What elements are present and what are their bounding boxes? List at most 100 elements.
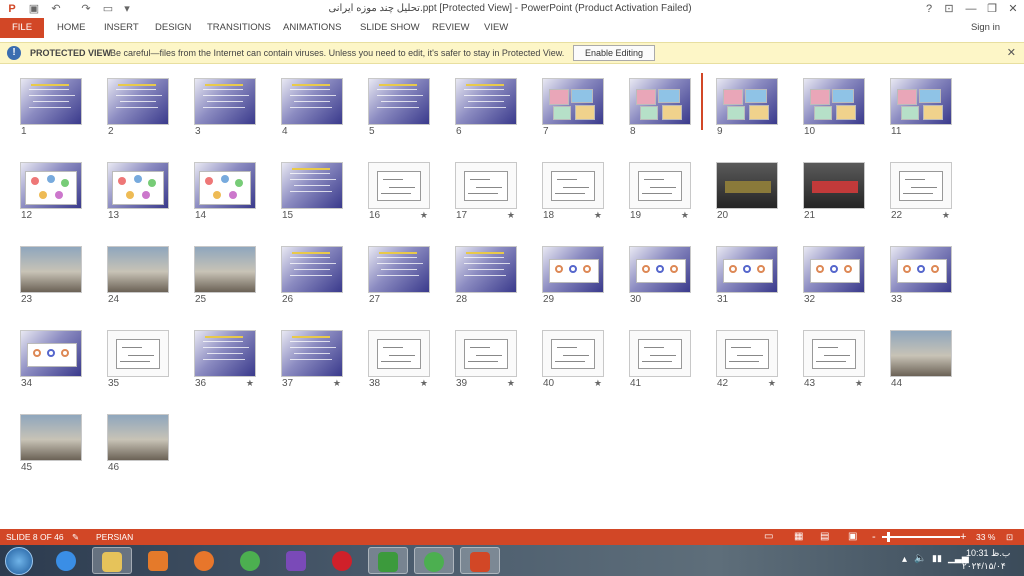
reading-view-icon[interactable]: ▤ [820,529,829,545]
slide-preview[interactable] [629,246,691,293]
normal-view-icon[interactable]: ▭ [764,529,773,545]
slide-preview[interactable] [107,162,169,209]
enable-editing-button[interactable]: Enable Editing [573,45,655,61]
ribbon-display-button[interactable]: ⊡ [938,1,960,17]
clock-date[interactable]: ۲۰۲۴/۱۵/۰۴ [962,561,1006,572]
tab-design[interactable]: DESIGN [155,18,191,38]
slide-preview[interactable] [716,162,778,209]
slide-thumbnail[interactable]: 41 [629,330,691,394]
network-icon[interactable]: ▮▮ [932,553,942,564]
slide-thumbnail[interactable]: 35 [107,330,169,394]
slide-preview[interactable] [20,330,82,377]
slide-preview[interactable] [542,78,604,125]
slide-sorter-view-icon[interactable]: ▦ [794,529,803,545]
slide-preview[interactable] [803,246,865,293]
tab-home[interactable]: HOME [57,18,86,38]
slide-thumbnail[interactable]: 31 [716,246,778,310]
slide-preview[interactable] [542,246,604,293]
zoom-level[interactable]: 33 % [976,529,995,545]
slide-thumbnail[interactable]: 39 ★ [455,330,517,394]
slide-preview[interactable] [281,246,343,293]
slide-show-view-icon[interactable]: ▣ [848,529,857,545]
slide-preview[interactable] [629,330,691,377]
slide-thumbnail[interactable]: 22 ★ [890,162,952,226]
slide-thumbnail[interactable]: 40 ★ [542,330,604,394]
slide-preview[interactable] [107,414,169,461]
powerpoint-icon[interactable]: P [4,1,20,17]
slide-preview[interactable] [107,78,169,125]
slide-thumbnail[interactable]: 44 [890,330,952,394]
slide-thumbnail[interactable]: 17 ★ [455,162,517,226]
slide-preview[interactable] [803,78,865,125]
zoom-in-button[interactable]: + [960,529,966,545]
fit-to-window-icon[interactable]: ⊡ [1006,529,1013,545]
slide-thumbnail[interactable]: 20 [716,162,778,226]
slide-thumbnail[interactable]: 26 [281,246,343,310]
start-from-beginning-icon[interactable]: ▭ [100,1,116,17]
slide-thumbnail[interactable]: 15 [281,162,343,226]
slide-preview[interactable] [455,162,517,209]
volume-icon[interactable]: 🔈 [914,553,926,564]
spell-check-icon[interactable]: ✎ [72,529,79,545]
slide-thumbnail[interactable]: 37 ★ [281,330,343,394]
minimize-button[interactable]: — [960,1,982,17]
slide-thumbnail[interactable]: 5 [368,78,430,142]
slide-thumbnail[interactable]: 9 [716,78,778,142]
taskbar-app-internet-explorer[interactable] [46,547,86,574]
slide-preview[interactable] [194,78,256,125]
slide-thumbnail[interactable]: 7 [542,78,604,142]
slide-thumbnail[interactable]: 38 ★ [368,330,430,394]
slide-preview[interactable] [20,78,82,125]
tab-view[interactable]: VIEW [484,18,508,38]
slide-preview[interactable] [716,78,778,125]
slide-thumbnail[interactable]: 36 ★ [194,330,256,394]
slide-preview[interactable] [281,162,343,209]
save-icon[interactable]: ▣ [26,1,42,17]
slide-thumbnail[interactable]: 10 [803,78,865,142]
zoom-out-button[interactable]: - [872,529,876,545]
sign-in-link[interactable]: Sign in [971,18,1000,38]
slide-preview[interactable] [20,414,82,461]
slide-preview[interactable] [890,330,952,377]
slide-thumbnail[interactable]: 23 [20,246,82,310]
slide-preview[interactable] [803,162,865,209]
slide-preview[interactable] [107,330,169,377]
slide-thumbnail[interactable]: 28 [455,246,517,310]
taskbar-app-idm[interactable] [368,547,408,574]
slide-thumbnail[interactable]: 18 ★ [542,162,604,226]
slide-thumbnail[interactable]: 29 [542,246,604,310]
customize-toolbar-icon[interactable]: ▾ [122,1,132,17]
slide-thumbnail[interactable]: 19 ★ [629,162,691,226]
slide-preview[interactable] [194,246,256,293]
slide-thumbnail[interactable]: 1 [20,78,82,142]
slide-preview[interactable] [368,78,430,125]
tab-slide-show[interactable]: SLIDE SHOW [360,18,420,38]
slide-preview[interactable] [803,330,865,377]
undo-icon[interactable]: ↶ [48,1,64,17]
slide-thumbnail[interactable]: 21 [803,162,865,226]
slide-thumbnail[interactable]: 27 [368,246,430,310]
slide-preview[interactable] [542,330,604,377]
tab-transitions[interactable]: TRANSITIONS [207,18,271,38]
slide-thumbnail[interactable]: 13 [107,162,169,226]
slide-preview[interactable] [20,162,82,209]
slide-preview[interactable] [455,78,517,125]
slide-preview[interactable] [368,246,430,293]
slide-thumbnail[interactable]: 14 [194,162,256,226]
slide-preview[interactable] [194,330,256,377]
slide-preview[interactable] [629,78,691,125]
slide-preview[interactable] [716,246,778,293]
slide-preview[interactable] [368,330,430,377]
tab-animations[interactable]: ANIMATIONS [283,18,341,38]
slide-thumbnail[interactable]: 32 [803,246,865,310]
close-button[interactable]: ✕ [1002,1,1024,17]
slide-thumbnail[interactable]: 43 ★ [803,330,865,394]
clock-time[interactable]: ب.ظ 10:31 [966,548,1010,559]
slide-thumbnail[interactable]: 6 [455,78,517,142]
slide-preview[interactable] [20,246,82,293]
notification-arrow-icon[interactable]: ▴ [902,554,907,565]
slide-preview[interactable] [890,162,952,209]
redo-icon[interactable]: ↷ [78,1,94,17]
slide-thumbnail[interactable]: 46 [107,414,169,478]
taskbar-app-chrome[interactable] [230,547,270,574]
